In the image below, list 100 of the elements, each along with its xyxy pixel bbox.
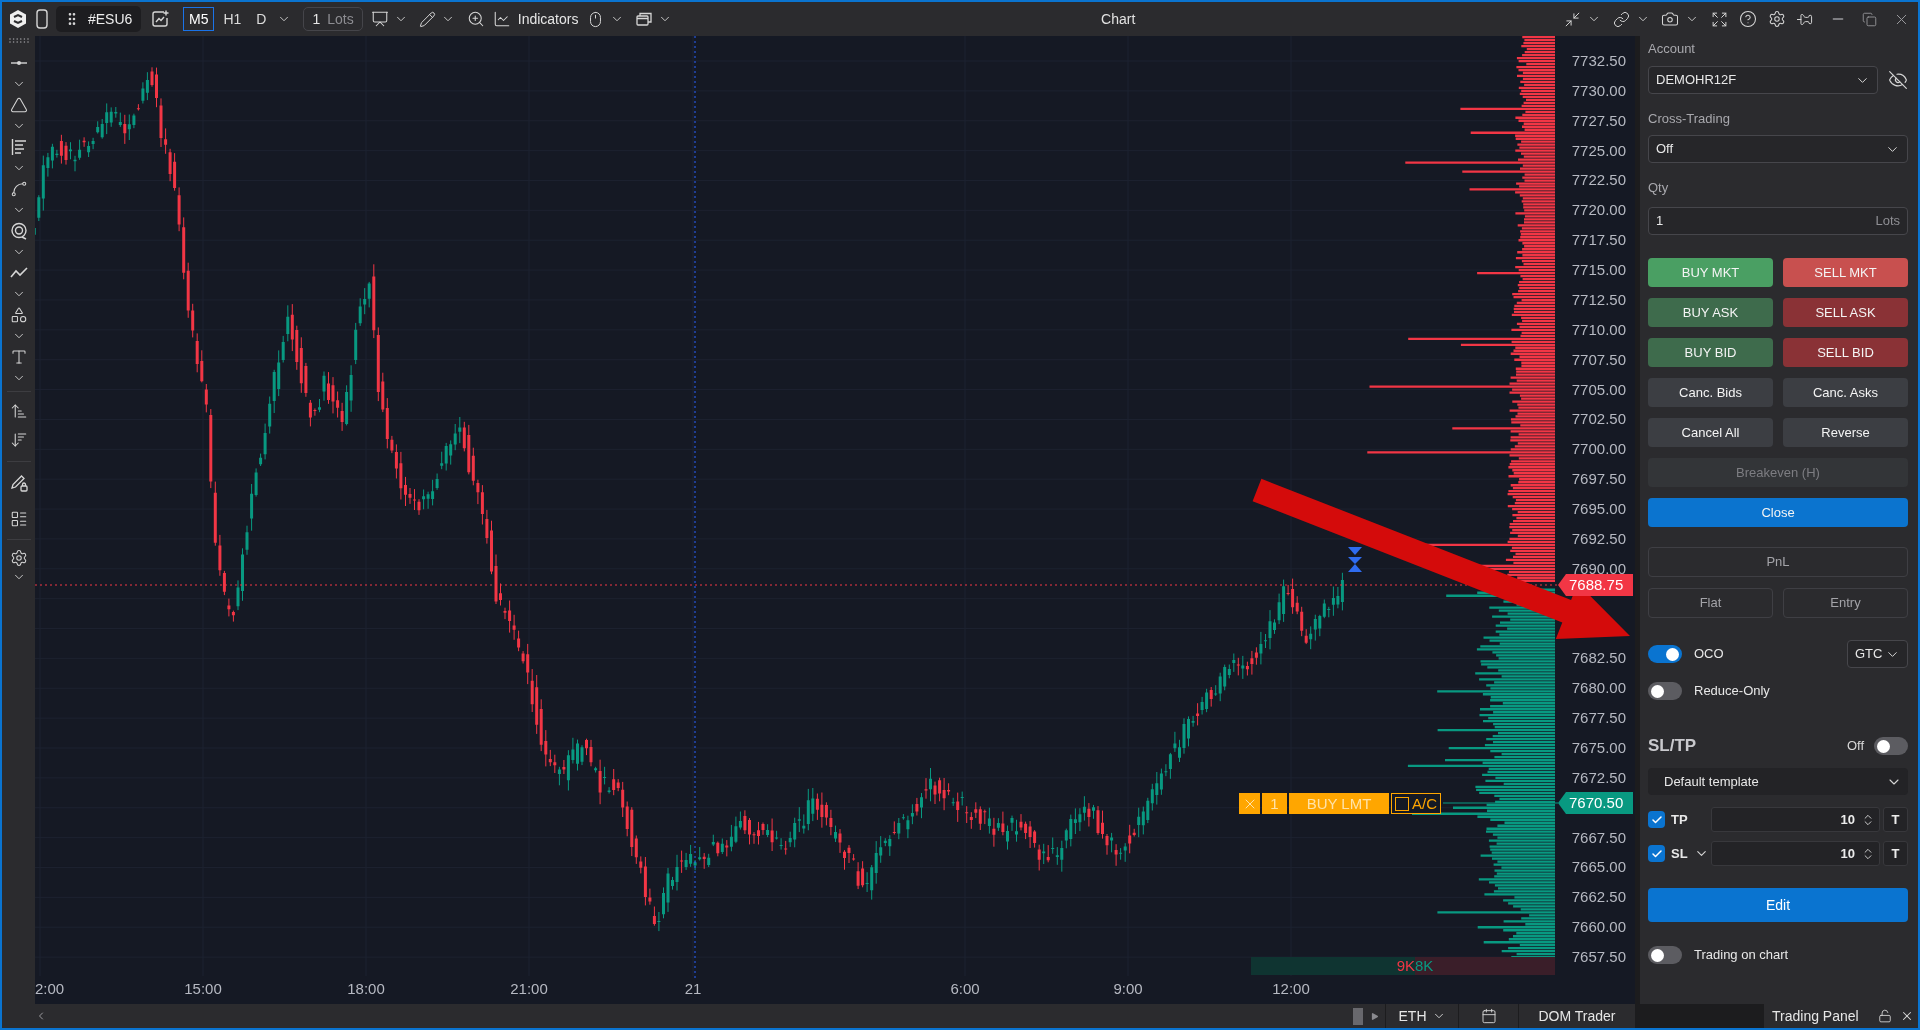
sort-descending-icon[interactable] bbox=[9, 431, 28, 449]
order-button[interactable]: Canc. Asks bbox=[1783, 378, 1908, 407]
price-label: 7682.50 bbox=[1571, 648, 1626, 669]
field-label: Qty bbox=[1648, 179, 1670, 197]
text-icon[interactable] bbox=[9, 348, 28, 366]
order-button[interactable]: SELL BID bbox=[1783, 338, 1908, 367]
calendar-icon[interactable] bbox=[1480, 1008, 1497, 1024]
indicators-button[interactable]: Indicators bbox=[492, 8, 579, 30]
horizontal-line-icon[interactable] bbox=[9, 60, 28, 66]
time-in-force-dropdown[interactable]: GTC bbox=[1847, 640, 1908, 668]
row-label: SL bbox=[1671, 844, 1688, 863]
qty-unit: Lots bbox=[1875, 212, 1900, 231]
number-field[interactable]: 10 bbox=[1711, 841, 1880, 866]
camera-icon[interactable] bbox=[1661, 10, 1679, 28]
shapes-icon[interactable] bbox=[9, 306, 28, 324]
section-title: SL/TP bbox=[1648, 735, 1697, 758]
help-icon[interactable] bbox=[1739, 10, 1757, 28]
order-label: BUY LMT bbox=[1289, 793, 1389, 814]
price-label: 7715.00 bbox=[1571, 260, 1626, 281]
toggle-switch[interactable] bbox=[1874, 737, 1908, 755]
pencil-icon[interactable] bbox=[418, 10, 436, 28]
timeframe-tab[interactable]: D bbox=[250, 7, 273, 31]
number-field[interactable]: 10 bbox=[1711, 807, 1880, 832]
zigzag-icon[interactable] bbox=[9, 267, 28, 279]
position-button[interactable]: PnL bbox=[1648, 547, 1908, 577]
toggle-switch[interactable] bbox=[1648, 682, 1682, 700]
checkbox[interactable] bbox=[1648, 811, 1665, 828]
play-icon[interactable] bbox=[1370, 1011, 1379, 1021]
qty-field[interactable]: 1 Lots bbox=[1648, 207, 1908, 235]
lock-icon[interactable] bbox=[1878, 1009, 1892, 1023]
link-icon[interactable] bbox=[1613, 10, 1630, 28]
price-label: 7732.50 bbox=[1571, 51, 1626, 71]
quantity-value: 1 bbox=[312, 9, 321, 29]
price-label: 7657.50 bbox=[1571, 947, 1626, 968]
last-price-badge: 7688.75 bbox=[1558, 574, 1633, 596]
zoom-in-icon[interactable] bbox=[466, 10, 485, 28]
time-label: 6:00 bbox=[950, 979, 980, 999]
price-label: 7702.50 bbox=[1571, 409, 1626, 430]
fullscreen-icon[interactable] bbox=[1711, 10, 1728, 28]
template-dropdown[interactable]: Default template bbox=[1648, 768, 1908, 795]
session-dropdown[interactable]: ETH bbox=[1385, 1004, 1458, 1028]
price-label: 7665.00 bbox=[1571, 857, 1626, 878]
toggle-label: Off bbox=[1846, 737, 1864, 756]
price-label: 7680.00 bbox=[1571, 678, 1626, 699]
triangle-markers-icon bbox=[1347, 547, 1363, 572]
buy-volume: 8K bbox=[1415, 956, 1434, 976]
sort-ascending-icon[interactable] bbox=[9, 402, 28, 420]
pencil-lock-icon[interactable] bbox=[9, 474, 28, 492]
curve-icon[interactable] bbox=[9, 180, 28, 198]
order-button[interactable]: Cancel All bbox=[1648, 418, 1773, 447]
chart-add-icon[interactable] bbox=[151, 10, 169, 28]
presentation-icon[interactable] bbox=[370, 10, 389, 28]
unit-button[interactable]: T bbox=[1883, 841, 1908, 866]
concentric-circles-icon[interactable] bbox=[9, 222, 28, 240]
lines-icon[interactable] bbox=[10, 138, 27, 156]
position-button[interactable]: Flat bbox=[1648, 588, 1773, 618]
time-label: 12:00 bbox=[1272, 979, 1310, 999]
toggle-switch[interactable] bbox=[1648, 946, 1682, 964]
quantity-field[interactable]: 1 Lots bbox=[303, 7, 363, 31]
cross-trading-dropdown[interactable]: Off bbox=[1648, 135, 1908, 163]
settings-icon[interactable] bbox=[1768, 10, 1786, 28]
order-button[interactable]: Close bbox=[1648, 498, 1908, 527]
settings-icon[interactable] bbox=[9, 549, 28, 567]
close-icon[interactable] bbox=[1900, 1009, 1914, 1023]
checkbox[interactable] bbox=[1648, 845, 1665, 862]
time-label: 18:00 bbox=[347, 979, 385, 999]
toggle-switch[interactable] bbox=[1648, 645, 1682, 663]
position-button[interactable]: Entry bbox=[1783, 588, 1908, 618]
price-label: 7695.00 bbox=[1571, 499, 1626, 520]
logo-icon[interactable] bbox=[8, 9, 28, 29]
timeframe-tab[interactable]: M5 bbox=[183, 7, 215, 31]
list-icon[interactable] bbox=[9, 510, 28, 528]
order-button[interactable]: BUY BID bbox=[1648, 338, 1773, 367]
checkmark-icon bbox=[1650, 847, 1663, 860]
window-title: Chart bbox=[1101, 9, 1136, 29]
price-label: 7712.50 bbox=[1571, 289, 1626, 310]
shrink-arrows-icon[interactable] bbox=[1564, 10, 1581, 28]
price-label: 7717.50 bbox=[1571, 230, 1626, 251]
ac-toggle[interactable]: A/C bbox=[1391, 793, 1441, 814]
unit-button[interactable]: T bbox=[1883, 807, 1908, 832]
grip-icon[interactable] bbox=[7, 38, 30, 43]
triangle-icon[interactable] bbox=[9, 96, 28, 114]
restore-icon[interactable] bbox=[1862, 11, 1877, 27]
eye-off-icon[interactable] bbox=[1888, 70, 1908, 90]
scroll-handle[interactable] bbox=[1353, 1007, 1363, 1025]
timeframe-tab[interactable]: H1 bbox=[217, 7, 248, 31]
windows-icon[interactable] bbox=[636, 12, 653, 26]
edit-button[interactable]: Edit bbox=[1648, 888, 1908, 922]
order-button[interactable]: Canc. Bids bbox=[1648, 378, 1773, 407]
order-button[interactable]: SELL ASK bbox=[1783, 298, 1908, 327]
order-button[interactable]: SELL MKT bbox=[1783, 258, 1908, 287]
field-label: Account bbox=[1648, 40, 1696, 58]
order-button[interactable]: Reverse bbox=[1783, 418, 1908, 447]
price-label: 7725.00 bbox=[1571, 140, 1626, 161]
symbol-selector[interactable]: #ESU6 bbox=[56, 6, 141, 32]
time-label: 15:00 bbox=[184, 979, 222, 999]
order-button[interactable]: BUY ASK bbox=[1648, 298, 1773, 327]
account-dropdown[interactable]: DEMOHR12F bbox=[1648, 66, 1878, 94]
rectangle-icon[interactable] bbox=[36, 9, 48, 29]
panel-tab[interactable]: Trading Panel bbox=[1764, 1004, 1918, 1028]
